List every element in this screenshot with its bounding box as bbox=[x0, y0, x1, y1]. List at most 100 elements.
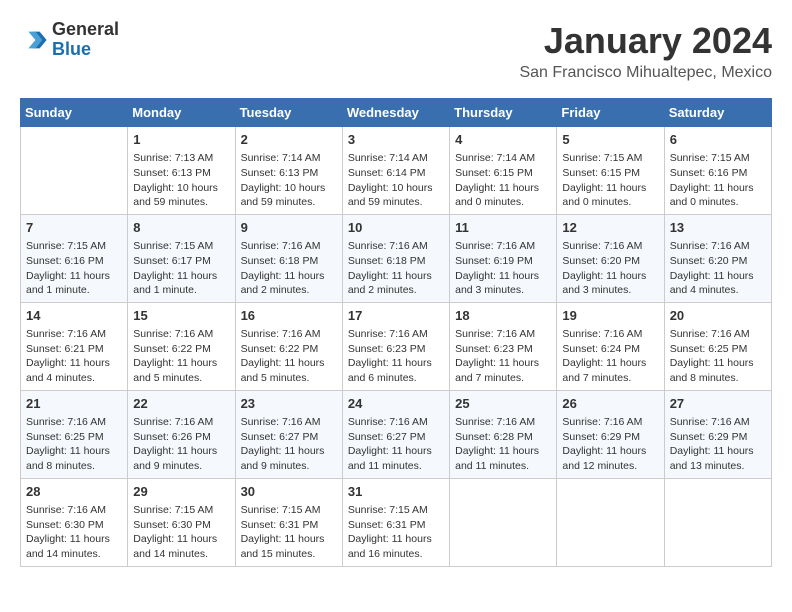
calendar-cell: 27 Sunrise: 7:16 AMSunset: 6:29 PMDayligh… bbox=[664, 390, 771, 478]
calendar-cell: 21Sunrise: 7:16 AMSunset: 6:25 PMDayligh… bbox=[21, 390, 128, 478]
day-number: 6 bbox=[670, 131, 766, 149]
day-number: 27 bbox=[670, 395, 766, 413]
calendar-cell: 10 Sunrise: 7:16 AMSunset: 6:18 PMDayligh… bbox=[342, 214, 449, 302]
day-number: 13 bbox=[670, 219, 766, 237]
general-blue-logo-icon bbox=[20, 26, 48, 54]
day-number: 10 bbox=[348, 219, 444, 237]
location-title: San Francisco Mihualtepec, Mexico bbox=[519, 64, 772, 82]
calendar-cell: 17 Sunrise: 7:16 AMSunset: 6:23 PMDayligh… bbox=[342, 302, 449, 390]
day-info: Sunrise: 7:16 AMSunset: 6:25 PMDaylight:… bbox=[670, 327, 766, 386]
calendar-cell: 29Sunrise: 7:15 AMSunset: 6:30 PMDayligh… bbox=[128, 478, 235, 566]
day-info: Sunrise: 7:16 AMSunset: 6:25 PMDaylight:… bbox=[26, 415, 122, 474]
calendar-cell: 7 Sunrise: 7:15 AMSunset: 6:16 PMDaylight… bbox=[21, 214, 128, 302]
page-container: General Blue January 2024 San Francisco … bbox=[20, 20, 772, 567]
day-info: Sunrise: 7:16 AMSunset: 6:29 PMDaylight:… bbox=[670, 415, 766, 474]
day-number: 25 bbox=[455, 395, 551, 413]
header-sunday: Sunday bbox=[21, 99, 128, 127]
month-title: January 2024 bbox=[519, 20, 772, 62]
day-info: Sunrise: 7:14 AMSunset: 6:14 PMDaylight:… bbox=[348, 151, 444, 210]
day-number: 4 bbox=[455, 131, 551, 149]
logo-text: General Blue bbox=[52, 20, 119, 60]
day-number: 31 bbox=[348, 483, 444, 501]
calendar-cell: 30 Sunrise: 7:15 AMSunset: 6:31 PMDayligh… bbox=[235, 478, 342, 566]
day-info: Sunrise: 7:16 AMSunset: 6:23 PMDaylight:… bbox=[348, 327, 444, 386]
calendar-cell: 13 Sunrise: 7:16 AMSunset: 6:20 PMDayligh… bbox=[664, 214, 771, 302]
header: General Blue January 2024 San Francisco … bbox=[20, 20, 772, 82]
calendar-week-3: 14 Sunrise: 7:16 AMSunset: 6:21 PMDayligh… bbox=[21, 302, 772, 390]
day-info: Sunrise: 7:16 AMSunset: 6:20 PMDaylight:… bbox=[562, 239, 658, 298]
calendar-cell: 19Sunrise: 7:16 AMSunset: 6:24 PMDayligh… bbox=[557, 302, 664, 390]
day-info: Sunrise: 7:13 AMSunset: 6:13 PMDaylight:… bbox=[133, 151, 229, 210]
calendar-cell bbox=[450, 478, 557, 566]
day-info: Sunrise: 7:16 AMSunset: 6:19 PMDaylight:… bbox=[455, 239, 551, 298]
calendar-cell: 1Sunrise: 7:13 AMSunset: 6:13 PMDaylight… bbox=[128, 127, 235, 215]
day-number: 15 bbox=[133, 307, 229, 325]
day-number: 11 bbox=[455, 219, 551, 237]
calendar-table: Sunday Monday Tuesday Wednesday Thursday… bbox=[20, 98, 772, 567]
header-monday: Monday bbox=[128, 99, 235, 127]
day-number: 7 bbox=[26, 219, 122, 237]
day-info: Sunrise: 7:14 AMSunset: 6:15 PMDaylight:… bbox=[455, 151, 551, 210]
day-number: 14 bbox=[26, 307, 122, 325]
calendar-week-5: 28 Sunrise: 7:16 AMSunset: 6:30 PMDayligh… bbox=[21, 478, 772, 566]
day-number: 18 bbox=[455, 307, 551, 325]
weekday-header-row: Sunday Monday Tuesday Wednesday Thursday… bbox=[21, 99, 772, 127]
calendar-cell bbox=[21, 127, 128, 215]
header-saturday: Saturday bbox=[664, 99, 771, 127]
calendar-cell: 18Sunrise: 7:16 AMSunset: 6:23 PMDayligh… bbox=[450, 302, 557, 390]
day-number: 30 bbox=[241, 483, 337, 501]
calendar-cell: 3 Sunrise: 7:14 AMSunset: 6:14 PMDaylight… bbox=[342, 127, 449, 215]
day-info: Sunrise: 7:15 AMSunset: 6:30 PMDaylight:… bbox=[133, 503, 229, 562]
day-info: Sunrise: 7:16 AMSunset: 6:30 PMDaylight:… bbox=[26, 503, 122, 562]
calendar-cell: 16Sunrise: 7:16 AMSunset: 6:22 PMDayligh… bbox=[235, 302, 342, 390]
day-info: Sunrise: 7:16 AMSunset: 6:27 PMDaylight:… bbox=[241, 415, 337, 474]
day-info: Sunrise: 7:16 AMSunset: 6:26 PMDaylight:… bbox=[133, 415, 229, 474]
calendar-cell: 15 Sunrise: 7:16 AMSunset: 6:22 PMDayligh… bbox=[128, 302, 235, 390]
day-info: Sunrise: 7:16 AMSunset: 6:28 PMDaylight:… bbox=[455, 415, 551, 474]
day-number: 9 bbox=[241, 219, 337, 237]
day-number: 22 bbox=[133, 395, 229, 413]
day-info: Sunrise: 7:16 AMSunset: 6:18 PMDaylight:… bbox=[348, 239, 444, 298]
day-number: 3 bbox=[348, 131, 444, 149]
calendar-cell bbox=[664, 478, 771, 566]
day-number: 28 bbox=[26, 483, 122, 501]
calendar-cell: 20Sunrise: 7:16 AMSunset: 6:25 PMDayligh… bbox=[664, 302, 771, 390]
day-number: 17 bbox=[348, 307, 444, 325]
day-number: 26 bbox=[562, 395, 658, 413]
day-info: Sunrise: 7:16 AMSunset: 6:27 PMDaylight:… bbox=[348, 415, 444, 474]
day-info: Sunrise: 7:15 AMSunset: 6:17 PMDaylight:… bbox=[133, 239, 229, 298]
day-info: Sunrise: 7:15 AMSunset: 6:31 PMDaylight:… bbox=[241, 503, 337, 562]
header-friday: Friday bbox=[557, 99, 664, 127]
day-info: Sunrise: 7:16 AMSunset: 6:20 PMDaylight:… bbox=[670, 239, 766, 298]
calendar-cell: 25 Sunrise: 7:16 AMSunset: 6:28 PMDayligh… bbox=[450, 390, 557, 478]
day-info: Sunrise: 7:15 AMSunset: 6:31 PMDaylight:… bbox=[348, 503, 444, 562]
day-info: Sunrise: 7:14 AMSunset: 6:13 PMDaylight:… bbox=[241, 151, 337, 210]
calendar-cell: 9 Sunrise: 7:16 AMSunset: 6:18 PMDaylight… bbox=[235, 214, 342, 302]
day-info: Sunrise: 7:15 AMSunset: 6:15 PMDaylight:… bbox=[562, 151, 658, 210]
header-tuesday: Tuesday bbox=[235, 99, 342, 127]
day-info: Sunrise: 7:16 AMSunset: 6:22 PMDaylight:… bbox=[241, 327, 337, 386]
logo-area: General Blue bbox=[20, 20, 119, 60]
calendar-cell: 2 Sunrise: 7:14 AMSunset: 6:13 PMDaylight… bbox=[235, 127, 342, 215]
calendar-cell: 24Sunrise: 7:16 AMSunset: 6:27 PMDayligh… bbox=[342, 390, 449, 478]
day-info: Sunrise: 7:16 AMSunset: 6:21 PMDaylight:… bbox=[26, 327, 122, 386]
calendar-cell: 6Sunrise: 7:15 AMSunset: 6:16 PMDaylight… bbox=[664, 127, 771, 215]
logo-general: General bbox=[52, 20, 119, 40]
calendar-cell: 5Sunrise: 7:15 AMSunset: 6:15 PMDaylight… bbox=[557, 127, 664, 215]
day-number: 2 bbox=[241, 131, 337, 149]
calendar-cell: 31 Sunrise: 7:15 AMSunset: 6:31 PMDayligh… bbox=[342, 478, 449, 566]
calendar-week-2: 7 Sunrise: 7:15 AMSunset: 6:16 PMDaylight… bbox=[21, 214, 772, 302]
day-info: Sunrise: 7:15 AMSunset: 6:16 PMDaylight:… bbox=[26, 239, 122, 298]
logo-blue: Blue bbox=[52, 40, 119, 60]
calendar-cell: 4 Sunrise: 7:14 AMSunset: 6:15 PMDaylight… bbox=[450, 127, 557, 215]
calendar-cell: 12Sunrise: 7:16 AMSunset: 6:20 PMDayligh… bbox=[557, 214, 664, 302]
day-info: Sunrise: 7:16 AMSunset: 6:29 PMDaylight:… bbox=[562, 415, 658, 474]
calendar-cell: 26 Sunrise: 7:16 AMSunset: 6:29 PMDayligh… bbox=[557, 390, 664, 478]
header-thursday: Thursday bbox=[450, 99, 557, 127]
day-info: Sunrise: 7:16 AMSunset: 6:22 PMDaylight:… bbox=[133, 327, 229, 386]
day-info: Sunrise: 7:16 AMSunset: 6:18 PMDaylight:… bbox=[241, 239, 337, 298]
calendar-cell: 22 Sunrise: 7:16 AMSunset: 6:26 PMDayligh… bbox=[128, 390, 235, 478]
calendar-cell: 28 Sunrise: 7:16 AMSunset: 6:30 PMDayligh… bbox=[21, 478, 128, 566]
day-number: 19 bbox=[562, 307, 658, 325]
calendar-cell: 23Sunrise: 7:16 AMSunset: 6:27 PMDayligh… bbox=[235, 390, 342, 478]
